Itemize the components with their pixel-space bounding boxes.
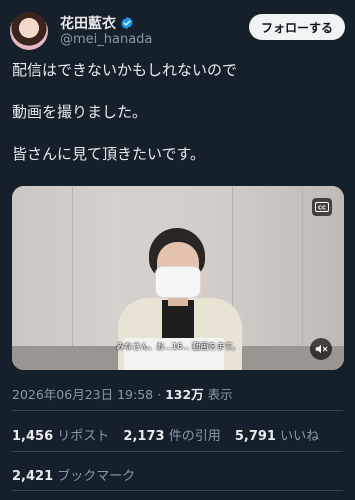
bookmarks-label: ブックマーク — [57, 469, 136, 484]
reposts-count: 1,456 — [12, 429, 54, 444]
verified-badge-icon — [121, 16, 133, 30]
bookmarks-count: 2,421 — [12, 469, 54, 484]
divider — [12, 410, 343, 411]
reposts-label: リポスト — [57, 429, 110, 444]
timestamp[interactable]: 2026年06月23日 19:58 — [12, 387, 153, 402]
tweet-header: 花田藍衣 @mei_hanada フォローする — [10, 8, 345, 52]
engagement-stats: 1,456 リポスト 2,173 件の引用 5,791 いいね — [12, 425, 329, 444]
avatar[interactable] — [10, 12, 48, 50]
captions-button[interactable]: CC — [312, 198, 332, 216]
tweet-meta: 2026年06月23日 19:58 · 132万 表示 — [12, 384, 233, 403]
views-label: 表示 — [207, 387, 233, 402]
tweet-line-3: 皆さんに見て頂きたいです。 — [12, 145, 206, 163]
tweet-line-1: 配信はできないかもしれないので — [12, 61, 238, 79]
bookmarks-stat[interactable]: 2,421 ブックマーク — [12, 465, 145, 484]
meta-separator: · — [157, 387, 162, 402]
follow-button[interactable]: フォローする — [248, 14, 345, 40]
view-count: 132万 — [165, 387, 204, 402]
reposts-stat[interactable]: 1,456 リポスト — [12, 429, 119, 444]
muted-speaker-icon — [315, 344, 328, 354]
svg-text:CC: CC — [318, 205, 326, 211]
divider — [12, 451, 343, 452]
tweet-line-2: 動画を撮りました。 — [12, 103, 148, 121]
video-subtitle: みなさん、お...16... 動画をます。 — [116, 342, 240, 351]
display-name[interactable]: 花田藍衣 — [60, 13, 116, 33]
quotes-stat[interactable]: 2,173 件の引用 — [123, 429, 230, 444]
likes-count: 5,791 — [234, 429, 276, 444]
likes-label: いいね — [280, 429, 320, 444]
cc-icon: CC — [315, 202, 329, 212]
name-row: 花田藍衣 — [60, 13, 134, 33]
user-handle[interactable]: @mei_hanada — [60, 32, 152, 47]
quotes-count: 2,173 — [123, 429, 165, 444]
mute-button[interactable] — [310, 338, 332, 360]
quotes-label: 件の引用 — [168, 429, 221, 444]
video-player[interactable]: みなさん、お...16... 動画をます。 CC — [12, 186, 344, 370]
likes-stat[interactable]: 5,791 いいね — [235, 429, 329, 444]
divider — [12, 490, 343, 491]
person-mask — [155, 266, 201, 298]
